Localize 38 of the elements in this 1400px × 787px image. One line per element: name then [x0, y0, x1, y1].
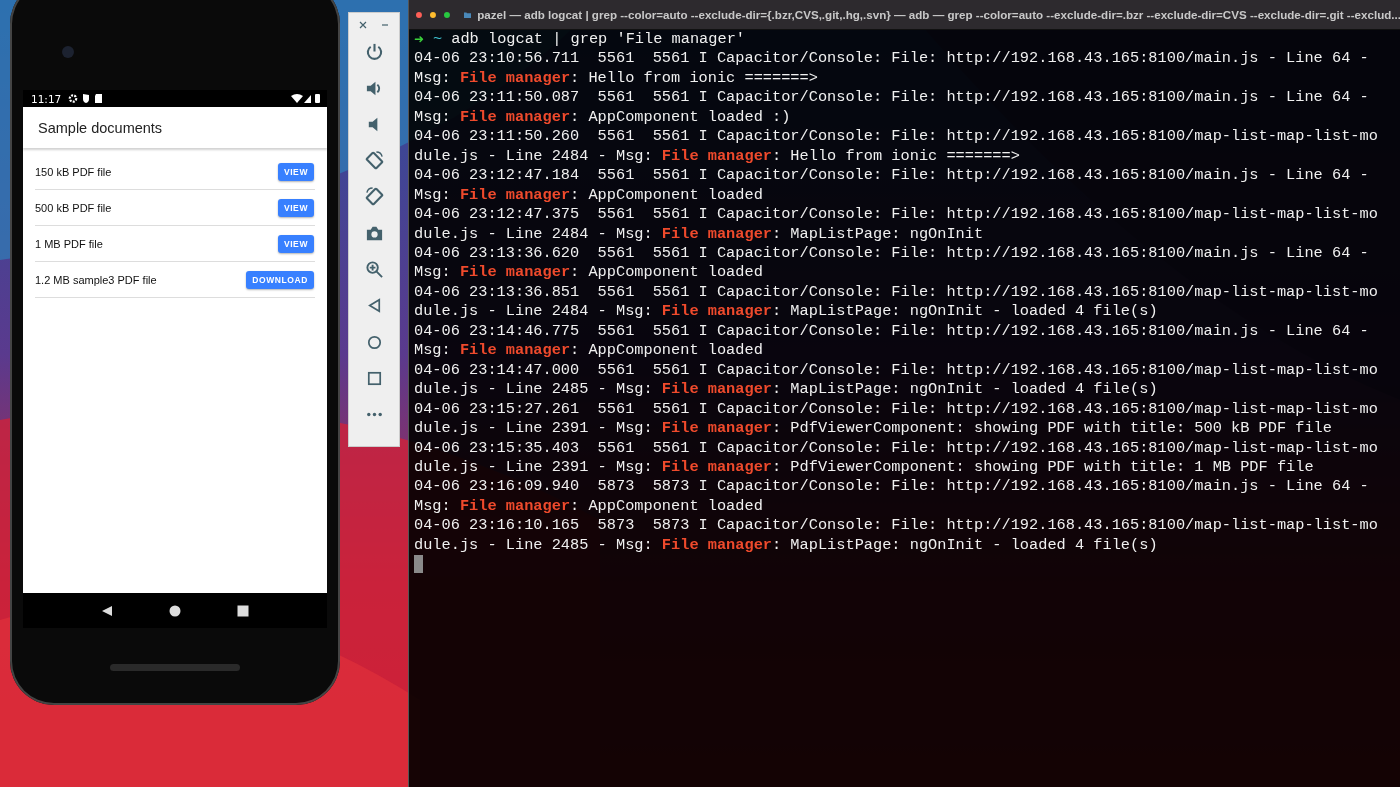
- log-entry: 04-06 23:16:09.940 5873 5873 I Capacitor/Console: File: http://192.168.43.165:8100/main.js - Line 64 - Msg: File manager: AppComponent loaded: [414, 477, 1370, 517]
- log-entry: 04-06 23:15:27.261 5561 5561 I Capacitor/Console: File: http://192.168.43.165:8100/map-list-map-list-module.js - Line 2391 - Msg: File manager: PdfViewerComponent: showing PDF with title: 500 kB PDF file: [414, 399, 1379, 439]
- prompt-directory: ~: [433, 30, 443, 50]
- rotate-right-icon[interactable]: [364, 187, 384, 207]
- document-action-button[interactable]: VIEW: [277, 234, 314, 253]
- log-entry: 04-06 23:13:36.620 5561 5561 I Capacitor/Console: File: http://192.168.43.165:8100/main.js - Line 64 - Msg: File manager: AppComponent loaded: [414, 244, 1370, 283]
- app-title: Sample documents: [38, 119, 163, 136]
- signal-battery-icons: [291, 93, 321, 104]
- home-icon[interactable]: [169, 604, 181, 617]
- zoom-in-icon[interactable]: [364, 260, 384, 280]
- log-entry: 04-06 23:15:35.403 5561 5561 I Capacitor/Console: File: http://192.168.43.165:8100/map-list-map-list-module.js - Line 2391 - Msg: File manager: PdfViewerComponent: showing PDF with title: 1 MB PDF file: [414, 438, 1379, 478]
- log-entry: 04-06 23:14:46.775 5561 5561 I Capacitor/Console: File: http://192.168.43.165:8100/main.js - Line 64 - Msg: File manager: AppComponent loaded: [414, 321, 1370, 361]
- log-entry: 04-06 23:13:36.851 5561 5561 I Capacitor/Console: File: http://192.168.43.165:8100/map-list-map-list-module.js - Line 2484 - Msg: File manager: MapListPage: ngOnInit - loaded 4 file(s): [414, 282, 1379, 322]
- close-icon[interactable]: [359, 21, 367, 29]
- back-icon[interactable]: [101, 604, 113, 617]
- command-text: adb logcat | grep 'File manager': [451, 30, 745, 50]
- log-entry: 04-06 23:10:56.711 5561 5561 I Capacitor/Console: File: http://192.168.43.165:8100/main.js - Line 64 - Msg: File manager: Hello from ionic =======>: [414, 49, 1370, 89]
- document-name: 1 MB PDF file: [35, 237, 103, 250]
- camera-icon: [62, 46, 74, 58]
- log-entry: 04-06 23:16:10.165 5873 5873 I Capacitor/Console: File: http://192.168.43.165:8100/map-list-map-list-module.js - Line 2485 - Msg: File manager: MapListPage: ngOnInit - loaded 4 file(s): [414, 516, 1379, 556]
- window-title: pazel — adb logcat | grep --color=auto --exclude-dir={.bzr,CVS,.git,.hg,.svn} — adb — grep --color=auto --exclude-dir=.bzr --exclude-dir=CVS --exclude-dir=.git --exclud...: [477, 8, 1400, 21]
- document-action-button[interactable]: DOWNLOAD: [246, 270, 314, 289]
- document-name: 150 kB PDF file: [35, 165, 112, 178]
- document-action-button[interactable]: VIEW: [277, 198, 314, 217]
- document-action-button[interactable]: VIEW: [277, 162, 314, 181]
- log-entry: 04-06 23:11:50.087 5561 5561 I Capacitor/Console: File: http://192.168.43.165:8100/main.js - Line 64 - Msg: File manager: AppComponent loaded :): [414, 88, 1370, 128]
- power-icon[interactable]: [364, 42, 384, 62]
- log-entry: 04-06 23:12:47.184 5561 5561 I Capacitor/Console: File: http://192.168.43.165:8100/main.js - Line 64 - Msg: File manager: AppComponent loaded: [414, 166, 1370, 206]
- log-entry: 04-06 23:11:50.260 5561 5561 I Capacitor/Console: File: http://192.168.43.165:8100/map-list-map-list-module.js - Line 2484 - Msg: File manager: Hello from ionic =======>: [414, 127, 1379, 167]
- log-entry: 04-06 23:12:47.375 5561 5561 I Capacitor/Console: File: http://192.168.43.165:8100/map-list-map-list-module.js - Line 2484 - Msg: File manager: MapListPage: ngOnInit: [414, 205, 1379, 244]
- prompt-arrow: ➜: [414, 31, 425, 48]
- text-cursor: [414, 555, 423, 574]
- status-time: 11:17: [31, 92, 62, 105]
- document-name: 1.2 MB sample3 PDF file: [35, 273, 157, 286]
- document-name: 500 kB PDF file: [35, 201, 112, 214]
- overview-icon[interactable]: [237, 604, 249, 617]
- log-entry: 04-06 23:14:47.000 5561 5561 I Capacitor/Console: File: http://192.168.43.165:8100/map-list-map-list-module.js - Line 2485 - Msg: File manager: MapListPage: ngOnInit - loaded 4 file(s): [414, 360, 1379, 400]
- rotate-left-icon[interactable]: [364, 151, 384, 171]
